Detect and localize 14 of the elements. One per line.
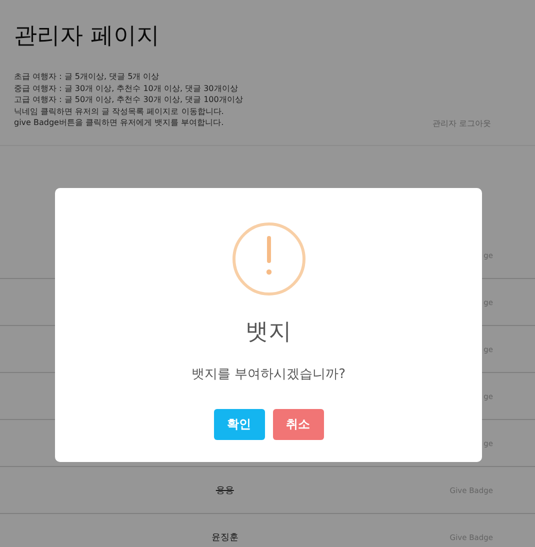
dialog-message: 뱃지를 부여하시겠습니까?	[191, 366, 346, 383]
page-title: 관리자 페이지	[14, 22, 160, 51]
warning-icon	[232, 222, 306, 296]
info-line: 초급 여행자 : 글 5개이상, 댓글 5개 이상	[14, 71, 160, 82]
info-line: give Badge버튼을 클릭하면 유저에게 뱃지를 부여합니다.	[14, 117, 225, 128]
info-line: 고급 여행자 : 글 50개 이상, 추천수 30개 이상, 댓글 100개이상	[14, 94, 243, 106]
logout-link[interactable]: 관리자 로그아웃	[432, 118, 491, 128]
info-line: 닉네임 클릭하면 유저의 글 작성목록 페이지로 이동합니다.	[14, 106, 225, 117]
nickname-link[interactable]: 윤징훈	[211, 530, 238, 544]
nickname-link[interactable]: 용용	[216, 484, 234, 496]
cancel-button[interactable]: 취소	[272, 409, 324, 440]
info-line: 중급 여행자 : 글 30개 이상, 추천수 10개 이상, 댓글 30개이상	[14, 82, 239, 94]
confirm-button[interactable]: 확인	[214, 409, 264, 440]
dialog-title: 뱃지	[246, 318, 292, 347]
